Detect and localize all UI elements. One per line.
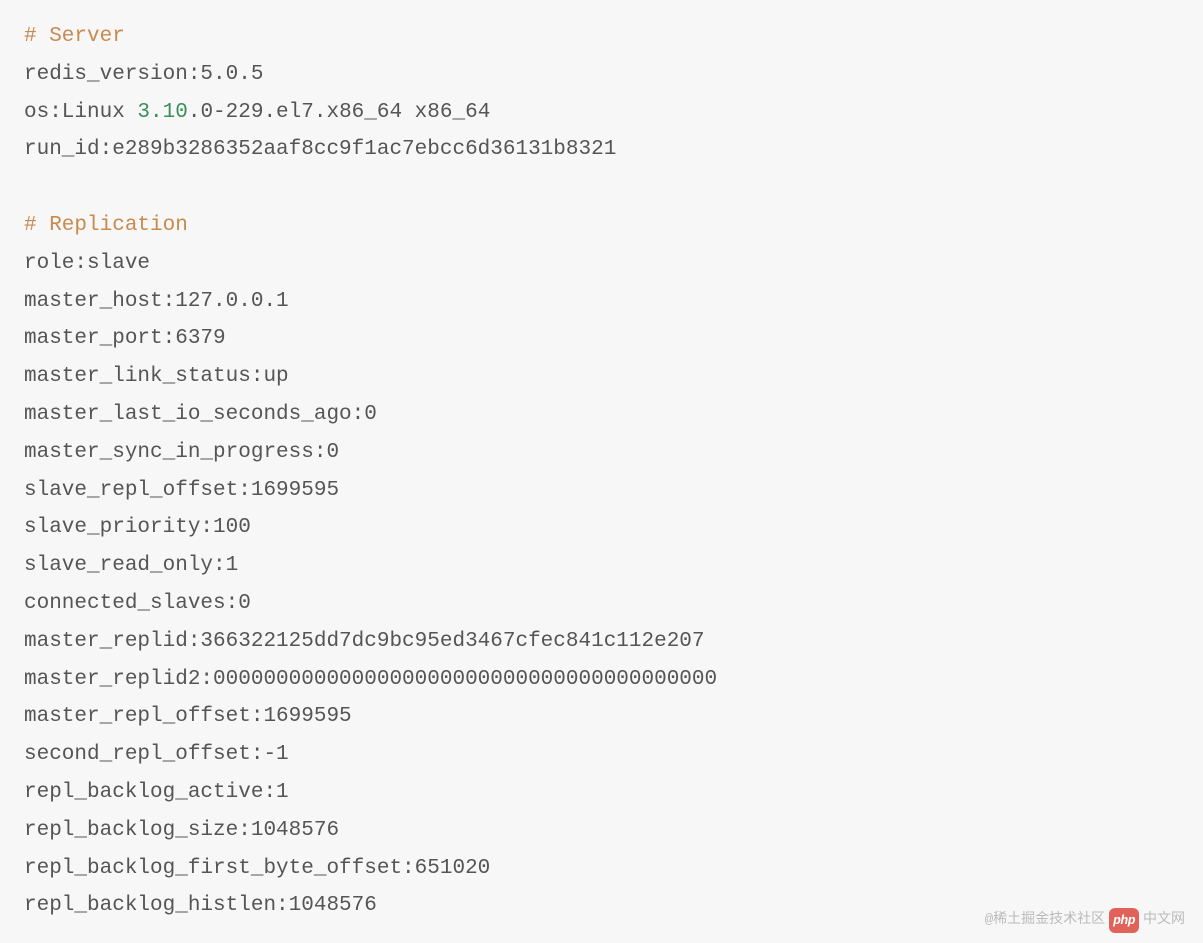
os-line: os:Linux 3.10.0-229.el7.x86_64 x86_64 [24, 94, 1179, 132]
repl-backlog-active-line: repl_backlog_active:1 [24, 774, 1179, 812]
master-port-line: master_port:6379 [24, 320, 1179, 358]
watermark-logo: php [1109, 908, 1139, 933]
repl-backlog-first-byte-offset-line: repl_backlog_first_byte_offset:651020 [24, 850, 1179, 888]
master-link-status-line: master_link_status:up [24, 358, 1179, 396]
master-repl-offset-line: master_repl_offset:1699595 [24, 698, 1179, 736]
os-version-number: 3.10 [137, 101, 187, 124]
master-sync-in-progress-line: master_sync_in_progress:0 [24, 434, 1179, 472]
blank-line [24, 169, 1179, 207]
os-prefix: os:Linux [24, 101, 137, 124]
watermark: @稀土掘金技术社区 php 中文网 [985, 908, 1185, 933]
server-section-header: # Server [24, 18, 1179, 56]
watermark-text-left: @稀土掘金技术社区 [985, 908, 1105, 933]
role-line: role:slave [24, 245, 1179, 283]
slave-repl-offset-line: slave_repl_offset:1699595 [24, 472, 1179, 510]
terminal-output: # Server redis_version:5.0.5 os:Linux 3.… [24, 18, 1179, 925]
watermark-text-right: 中文网 [1143, 908, 1185, 933]
slave-priority-line: slave_priority:100 [24, 509, 1179, 547]
second-repl-offset-line: second_repl_offset:-1 [24, 736, 1179, 774]
redis-version-line: redis_version:5.0.5 [24, 56, 1179, 94]
master-last-io-seconds-ago-line: master_last_io_seconds_ago:0 [24, 396, 1179, 434]
repl-backlog-size-line: repl_backlog_size:1048576 [24, 812, 1179, 850]
slave-read-only-line: slave_read_only:1 [24, 547, 1179, 585]
master-replid-line: master_replid:366322125dd7dc9bc95ed3467c… [24, 623, 1179, 661]
master-host-line: master_host:127.0.0.1 [24, 283, 1179, 321]
master-replid2-line: master_replid2:0000000000000000000000000… [24, 661, 1179, 699]
os-suffix: .0-229.el7.x86_64 x86_64 [188, 101, 490, 124]
connected-slaves-line: connected_slaves:0 [24, 585, 1179, 623]
run-id-line: run_id:e289b3286352aaf8cc9f1ac7ebcc6d361… [24, 131, 1179, 169]
replication-section-header: # Replication [24, 207, 1179, 245]
